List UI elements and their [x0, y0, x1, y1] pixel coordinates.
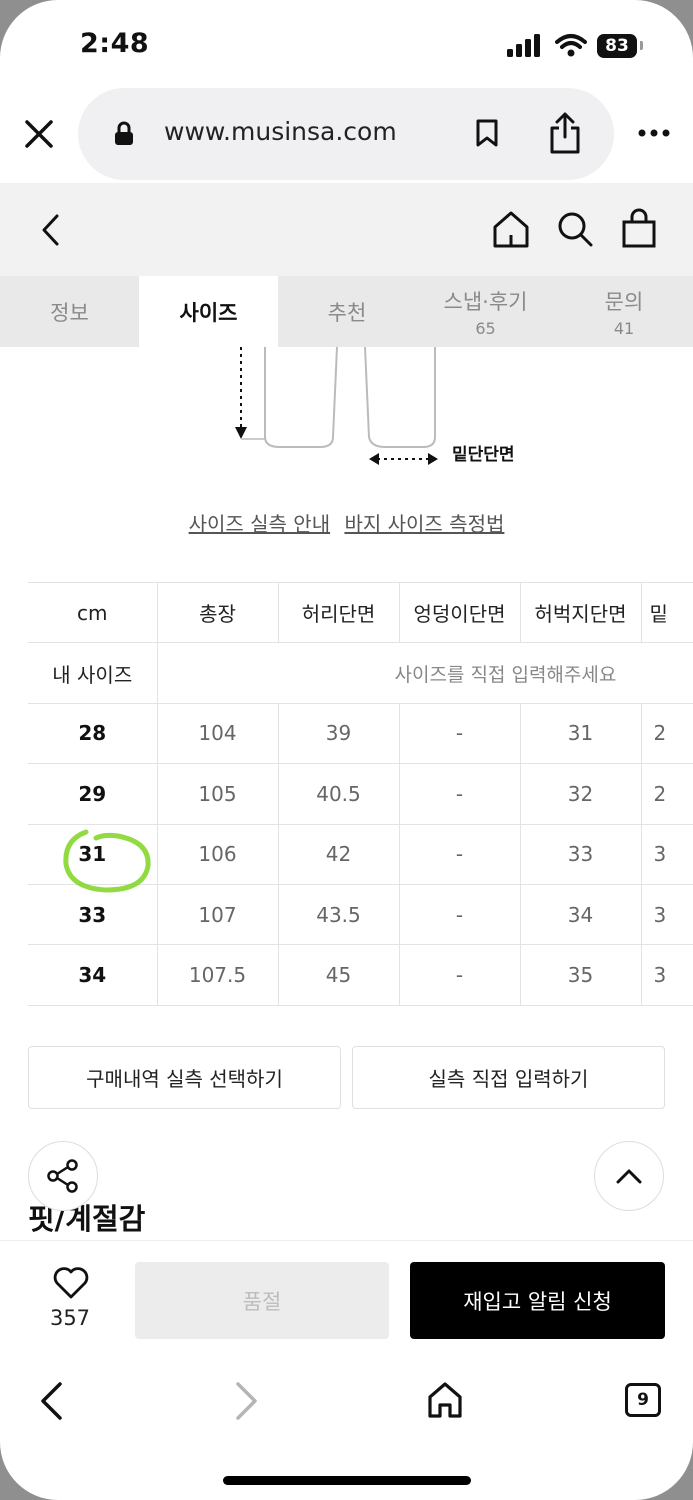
value-cell: 3 [640, 823, 693, 885]
header-hip: 엉덩이단면 [398, 581, 521, 644]
tab-qna[interactable]: 문의 41 [555, 276, 693, 347]
scroll-top-button[interactable] [594, 1141, 664, 1211]
back-icon[interactable] [40, 213, 60, 247]
tab-size[interactable]: 사이즈 [139, 276, 278, 347]
battery-indicator: 83 [597, 34, 637, 58]
tab-recommend-label: 추천 [327, 300, 367, 325]
like-count: 357 [49, 1306, 91, 1330]
tab-reviews-label: 스냅·후기 [443, 289, 528, 314]
value-cell: 105 [156, 763, 279, 825]
url-text[interactable]: www.musinsa.com [164, 117, 397, 146]
tab-info-label: 정보 [50, 300, 89, 325]
browser-forward-icon [236, 1382, 257, 1420]
table-header-row: cm 총장 허리단면 엉덩이단면 허벅지단면 밑 [28, 581, 693, 644]
phone-screen: 2:48 83 www.musinsa.com 정보 사이즈 추천 스냅·후기 … [0, 0, 693, 1500]
cart-icon[interactable] [621, 208, 657, 248]
value-cell: 32 [519, 763, 642, 825]
table-row: 28 104 39 - 31 2 [28, 702, 693, 765]
purchase-history-measure-button[interactable]: 구매내역 실측 선택하기 [28, 1046, 341, 1109]
value-cell: 107.5 [156, 944, 279, 1006]
my-size-label: 내 사이즈 [28, 642, 158, 704]
more-icon[interactable] [637, 128, 671, 138]
heart-icon[interactable] [52, 1266, 90, 1300]
tab-reviews[interactable]: 스냅·후기 65 [416, 276, 555, 347]
measure-guide-link[interactable]: 바지 사이즈 측정법 [344, 512, 504, 536]
value-cell: - [398, 823, 521, 885]
pants-diagram [235, 347, 438, 465]
header-waist: 허리단면 [277, 581, 400, 644]
highlight-circle-annotation [63, 829, 151, 893]
value-cell: 107 [156, 883, 279, 946]
chevron-up-icon [616, 1169, 642, 1184]
value-cell: 35 [519, 944, 642, 1006]
browser-home-icon[interactable] [426, 1381, 464, 1419]
search-icon[interactable] [556, 210, 594, 248]
value-cell: 43.5 [277, 883, 400, 946]
value-cell: 106 [156, 823, 279, 885]
size-cell: 28 [28, 702, 158, 765]
my-size-input-hint[interactable]: 사이즈를 직접 입력해주세요 [156, 642, 693, 704]
battery-cap [640, 41, 643, 50]
value-cell: 3 [640, 883, 693, 946]
wifi-icon [555, 34, 587, 57]
value-cell: 2 [640, 763, 693, 825]
size-guide-links: 사이즈 실측 안내 바지 사이즈 측정법 [0, 508, 693, 537]
value-cell: 42 [277, 823, 400, 885]
direct-input-measure-button[interactable]: 실측 직접 입력하기 [352, 1046, 665, 1109]
tabs-count-button[interactable]: 9 [625, 1383, 661, 1417]
share-floating-button[interactable] [28, 1141, 98, 1211]
table-row: 34 107.5 45 - 35 3 [28, 944, 693, 1006]
tab-qna-count: 41 [613, 318, 635, 338]
tab-size-label: 사이즈 [179, 300, 238, 325]
soldout-button: 품절 [135, 1262, 389, 1339]
value-cell: 33 [519, 823, 642, 885]
share-icon[interactable] [548, 112, 582, 154]
tab-recommend[interactable]: 추천 [278, 276, 416, 347]
close-icon[interactable] [24, 119, 54, 149]
size-cell: 34 [28, 944, 158, 1006]
table-row: 29 105 40.5 - 32 2 [28, 763, 693, 825]
product-tabs: 정보 사이즈 추천 스냅·후기 65 문의 41 [0, 276, 693, 347]
header-rise-truncated: 밑 [640, 581, 693, 644]
tab-info[interactable]: 정보 [0, 276, 139, 347]
value-cell: - [398, 702, 521, 765]
tab-reviews-count: 65 [475, 318, 496, 338]
value-cell: 2 [640, 702, 693, 765]
size-table: cm 총장 허리단면 엉덩이단면 허벅지단면 밑 내 사이즈 사이즈를 직접 입… [28, 581, 693, 1006]
value-cell: - [398, 883, 521, 946]
value-cell: 40.5 [277, 763, 400, 825]
size-cell: 29 [28, 763, 158, 825]
browser-back-icon[interactable] [38, 1381, 64, 1421]
value-cell: 104 [156, 702, 279, 765]
size-guide-link[interactable]: 사이즈 실측 안내 [189, 512, 331, 536]
restock-alert-button[interactable]: 재입고 알림 신청 [410, 1262, 665, 1339]
tab-qna-label: 문의 [604, 289, 644, 314]
header-total-length: 총장 [156, 581, 279, 644]
signal-icon [507, 34, 540, 57]
header-unit: cm [28, 581, 158, 644]
value-cell: 45 [277, 944, 400, 1006]
value-cell: - [398, 944, 521, 1006]
value-cell: 34 [519, 883, 642, 946]
value-cell: - [398, 763, 521, 825]
value-cell: 3 [640, 944, 693, 1006]
bookmark-icon[interactable] [475, 118, 499, 148]
value-cell: 31 [519, 702, 642, 765]
value-cell: 39 [277, 702, 400, 765]
home-icon[interactable] [492, 210, 530, 248]
lock-icon [115, 121, 133, 145]
status-time: 2:48 [80, 28, 150, 59]
home-indicator [223, 1476, 471, 1485]
header-thigh: 허벅지단면 [519, 581, 642, 644]
hem-width-label: 밑단단면 [452, 445, 515, 465]
my-size-row[interactable]: 내 사이즈 사이즈를 직접 입력해주세요 [28, 642, 693, 704]
share-nodes-icon [47, 1159, 78, 1193]
